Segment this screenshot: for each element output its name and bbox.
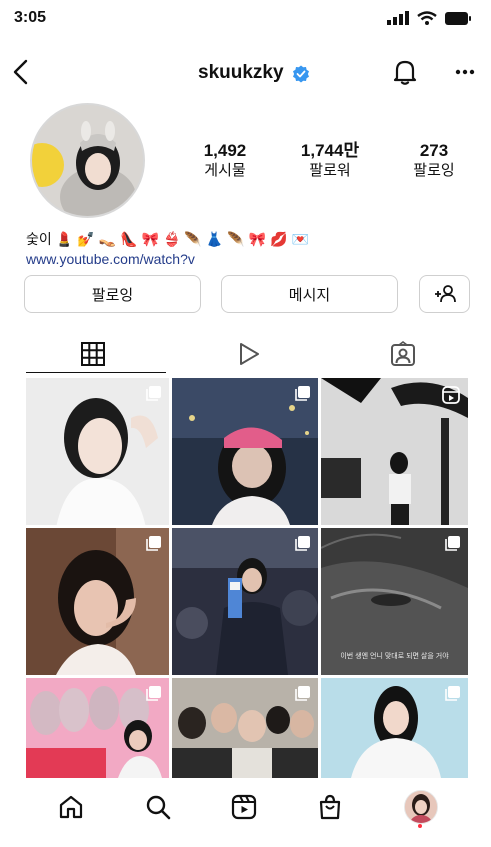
grid-post-9[interactable] bbox=[321, 678, 468, 778]
bio-emoji: 👠 bbox=[120, 230, 138, 247]
tab-reels-play-icon[interactable] bbox=[236, 341, 262, 367]
bio-emoji: 💅 bbox=[77, 230, 95, 247]
grid-post-1[interactable] bbox=[26, 378, 169, 525]
status-time: 3:05 bbox=[14, 9, 47, 26]
bio-emoji: 🎀 bbox=[248, 230, 267, 247]
stat-following-label: 팔로잉 bbox=[413, 162, 455, 179]
tab-posts-grid-icon[interactable] bbox=[80, 341, 106, 367]
following-button[interactable]: 팔로잉 bbox=[24, 275, 201, 313]
wifi-icon bbox=[417, 11, 437, 25]
bio-emoji: 👙 bbox=[162, 230, 181, 247]
bio-emoji: 👗 bbox=[205, 230, 224, 247]
search-icon[interactable] bbox=[145, 794, 171, 820]
grid-post-2[interactable] bbox=[172, 378, 318, 525]
bio-emoji: 🪶 bbox=[184, 230, 202, 247]
home-icon[interactable] bbox=[58, 794, 84, 820]
grid-post-3[interactable] bbox=[321, 378, 468, 525]
multi-post-icon bbox=[146, 686, 161, 701]
message-button[interactable]: 메시지 bbox=[221, 275, 398, 313]
multi-post-icon bbox=[445, 686, 460, 701]
multi-post-icon bbox=[295, 386, 310, 401]
stat-followers[interactable]: 1,744만 팔로워 bbox=[285, 141, 375, 181]
bio-emoji: 💄 bbox=[55, 230, 74, 247]
grid-post-4[interactable] bbox=[26, 528, 169, 675]
post-caption-overlay: 이번 생엔 언니 맞대로 되면 살을 거야 bbox=[340, 653, 449, 660]
bio-emoji: 🎀 bbox=[141, 230, 159, 247]
back-icon[interactable] bbox=[10, 58, 32, 86]
nav-avatar-photo bbox=[405, 791, 437, 823]
more-options-icon[interactable] bbox=[455, 69, 475, 75]
profile-avatar[interactable] bbox=[30, 103, 145, 218]
cellular-signal-icon bbox=[387, 11, 409, 25]
add-person-icon bbox=[434, 285, 456, 303]
verified-badge-icon bbox=[293, 65, 309, 83]
stat-following[interactable]: 273 팔로잉 bbox=[389, 141, 479, 181]
profile-username: skuukzky bbox=[198, 62, 284, 83]
battery-icon bbox=[445, 11, 471, 25]
multi-post-icon bbox=[295, 536, 310, 551]
shop-icon[interactable] bbox=[317, 794, 343, 820]
bio-name: 숯이 bbox=[26, 231, 52, 247]
grid-post-8[interactable] bbox=[172, 678, 318, 778]
tab-selected-indicator bbox=[26, 372, 166, 373]
reel-icon bbox=[442, 386, 460, 404]
multi-post-icon bbox=[146, 386, 161, 401]
bio-emoji: 💌 bbox=[291, 230, 310, 247]
grid-post-5[interactable] bbox=[172, 528, 318, 675]
avatar-photo bbox=[32, 105, 143, 216]
stat-followers-value: 1,744만 bbox=[300, 141, 360, 160]
stat-followers-label: 팔로워 bbox=[309, 162, 351, 179]
stat-posts-value: 1,492 bbox=[203, 141, 247, 160]
profile-avatar-nav[interactable] bbox=[404, 790, 438, 824]
bio-emoji: 👡 bbox=[98, 230, 117, 247]
status-icons bbox=[387, 11, 471, 25]
bio-emoji: 💋 bbox=[270, 230, 288, 247]
reels-icon[interactable] bbox=[231, 794, 257, 820]
stat-posts-label: 게시물 bbox=[204, 162, 246, 179]
multi-post-icon bbox=[146, 536, 161, 551]
stat-posts[interactable]: 1,492 게시물 bbox=[180, 141, 270, 181]
suggested-accounts-button[interactable] bbox=[419, 275, 470, 313]
grid-post-6[interactable]: 이번 생엔 언니 맞대로 되면 살을 거야 bbox=[321, 528, 468, 675]
bio-link[interactable]: www.youtube.com/watch?v bbox=[26, 251, 195, 267]
notification-dot bbox=[418, 824, 422, 828]
multi-post-icon bbox=[445, 536, 460, 551]
notification-bell-icon[interactable] bbox=[392, 58, 418, 86]
bio: 숯이 💄 💅 👡 👠 🎀 👙 🪶 👗 🪶 🎀 💋 💌 bbox=[26, 229, 309, 249]
stat-following-value: 273 bbox=[419, 141, 449, 160]
multi-post-icon bbox=[295, 686, 310, 701]
tab-tagged-person-icon[interactable] bbox=[390, 341, 416, 367]
bio-emoji: 🪶 bbox=[227, 230, 245, 247]
grid-post-7[interactable] bbox=[26, 678, 169, 778]
